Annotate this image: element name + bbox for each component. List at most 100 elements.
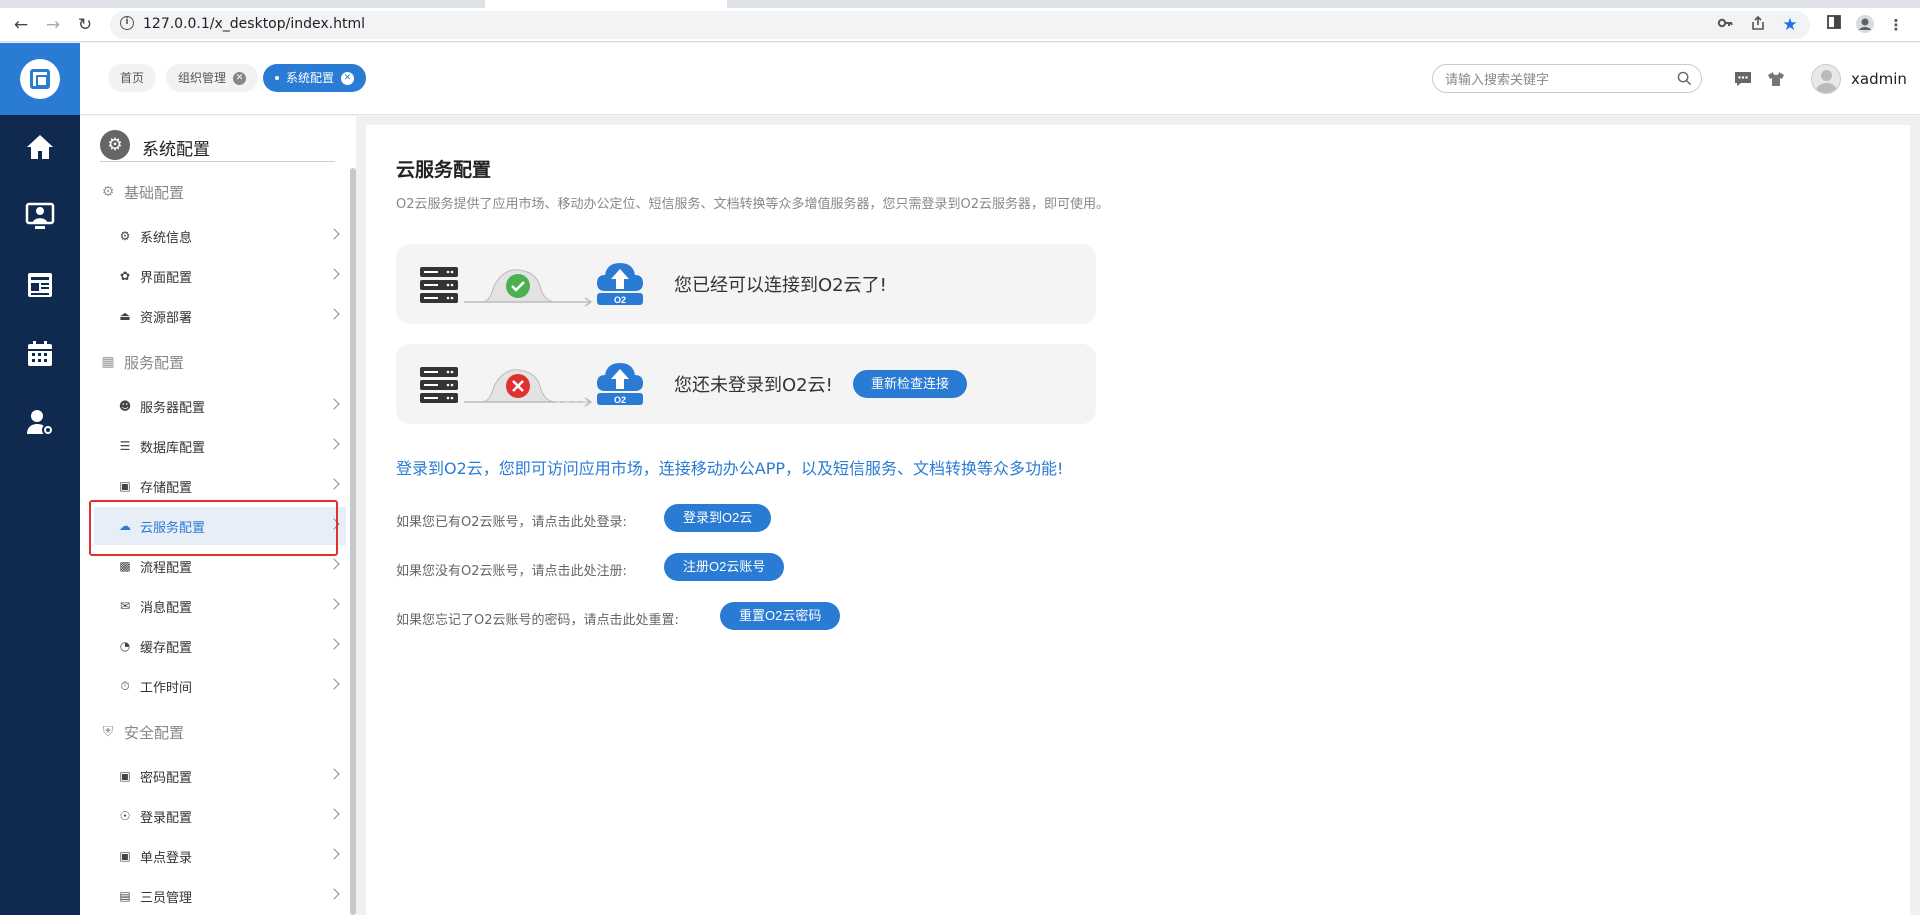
search-icon[interactable] [1677, 71, 1692, 86]
browser-menu-icon[interactable]: ⋮ [1885, 14, 1907, 36]
username[interactable]: xadmin [1851, 70, 1907, 88]
group-label: 服务配置 [124, 353, 185, 372]
timer-icon: ⏱ [120, 679, 130, 693]
app-logo[interactable] [0, 43, 80, 115]
sidebar-item-message-config[interactable]: ✉ 消息配置 [94, 587, 346, 625]
chevron-right-icon [328, 478, 340, 490]
cloud-upload-icon: O2 [597, 363, 643, 405]
sidebar-item-label: 密码配置 [140, 770, 193, 786]
tab-label: 系统配置 [286, 71, 335, 85]
cloud-label: O2 [614, 295, 626, 305]
login-o2-cloud-button[interactable]: 登录到O2云 [664, 504, 772, 532]
sidebar-item-storage-config[interactable]: ▣ 存储配置 [94, 467, 346, 505]
chevron-right-icon [328, 638, 340, 650]
address-bar[interactable]: i 127.0.0.1/x_desktop/index.html ★ [110, 11, 1810, 39]
register-o2-account-button[interactable]: 注册O2云账号 [664, 553, 785, 581]
sidebar-item-server-config[interactable]: ☻ 服务器配置 [94, 387, 346, 425]
sidebar-item-resource-deploy[interactable]: ⏏ 资源部署 [94, 297, 346, 335]
tab-org-management[interactable]: 组织管理 ✕ [166, 64, 259, 92]
sidebar-item-label: 资源部署 [140, 310, 193, 326]
sidebar-item-label: 服务器配置 [140, 400, 206, 416]
form-list-icon[interactable] [24, 269, 56, 301]
settings-sidebar: ⚙ 系统配置 ⚙ 基础配置 ⚙ 系统信息 ✿ 界面配置 ⏏ 资源部署 ▦ 服务配… [80, 116, 356, 915]
avatar[interactable] [1811, 64, 1841, 94]
connection-line-icon [464, 269, 593, 307]
close-icon[interactable]: ✕ [341, 71, 355, 85]
chevron-right-icon [328, 228, 340, 240]
group-service-config[interactable]: ▦ 服务配置 [100, 352, 184, 372]
main-content: 云服务配置 O2云服务提供了应用市场、移动办公定位、短信服务、文档转换等众多增值… [366, 125, 1910, 915]
sidebar-item-label: 登录配置 [140, 810, 193, 826]
sidebar-item-login-config[interactable]: ☉ 登录配置 [94, 797, 346, 835]
sidebar-header: ⚙ 系统配置 [100, 130, 335, 162]
sidebar-item-three-admin[interactable]: ▤ 三员管理 [94, 877, 346, 915]
group-basic-config[interactable]: ⚙ 基础配置 [100, 182, 184, 202]
reset-o2-password-button[interactable]: 重置O2云密码 [720, 602, 841, 630]
back-icon[interactable]: ← [9, 13, 33, 37]
chevron-right-icon [328, 678, 340, 690]
share-icon[interactable] [1748, 15, 1768, 35]
sidebar-item-cache-config[interactable]: ◔ 缓存配置 [94, 627, 346, 665]
site-info-icon[interactable]: i [120, 16, 134, 30]
chat-icon[interactable] [1734, 71, 1752, 87]
reset-hint: 如果您忘记了O2云账号的密码，请点击此处重置: [396, 613, 679, 628]
login-hint: 如果您已有O2云账号，请点击此处登录: [396, 515, 627, 530]
shirt-icon[interactable] [1767, 71, 1785, 87]
tab-home[interactable]: 首页 [108, 64, 157, 92]
sidebar-item-label: 界面配置 [140, 270, 193, 286]
shield-icon: ⛨ [102, 724, 114, 740]
sidebar-item-cloud-config[interactable]: ☁ 云服务配置 [94, 507, 346, 545]
sidebar-item-ui-config[interactable]: ✿ 界面配置 [94, 257, 346, 295]
sidebar-title: 系统配置 [142, 140, 210, 160]
person-monitor-icon[interactable] [24, 200, 56, 232]
chevron-right-icon [328, 848, 340, 860]
storage-icon: ▣ [119, 479, 131, 493]
sso-icon: ▣ [119, 849, 131, 863]
sidebar-item-label: 三员管理 [140, 890, 193, 906]
gear-icon: ⚙ [119, 229, 131, 243]
cloud-label: O2 [614, 395, 626, 405]
close-icon[interactable]: ✕ [233, 71, 247, 85]
status-not-logged-text: 您还未登录到O2云! [674, 375, 833, 396]
forward-icon[interactable]: → [41, 13, 65, 37]
home-icon[interactable] [24, 131, 56, 163]
sidebar-item-system-info[interactable]: ⚙ 系统信息 [94, 217, 346, 255]
tab-system-config[interactable]: 系统配置 ✕ [263, 64, 367, 92]
search-input[interactable] [1445, 70, 1665, 88]
sidebar-scrollbar[interactable] [350, 168, 356, 915]
calendar-icon[interactable] [24, 338, 56, 370]
sidebar-item-work-time[interactable]: ⏱ 工作时间 [94, 667, 346, 705]
chevron-right-icon [328, 308, 340, 320]
group-security-config[interactable]: ⛨ 安全配置 [100, 722, 184, 742]
sidebar-item-password-config[interactable]: ▣ 密码配置 [94, 757, 346, 795]
chevron-right-icon [328, 768, 340, 780]
browser-tab-strip [0, 0, 1920, 8]
chevron-right-icon [328, 598, 340, 610]
top-header: 首页 组织管理 ✕ 系统配置 ✕ xadmin [80, 43, 1920, 115]
search-box [1432, 64, 1702, 93]
flow-icon: ▩ [119, 559, 131, 573]
sidebar-item-label: 工作时间 [140, 680, 193, 696]
profile-icon[interactable] [1854, 14, 1876, 36]
register-hint: 如果您没有O2云账号，请点击此处注册: [396, 564, 627, 579]
sidebar-item-database-config[interactable]: ☰ 数据库配置 [94, 427, 346, 465]
reload-icon[interactable]: ↻ [73, 13, 97, 37]
browser-active-tab[interactable] [485, 0, 727, 8]
key-icon[interactable] [1715, 15, 1735, 35]
side-panel-icon[interactable] [1823, 14, 1845, 36]
chevron-right-icon [328, 438, 340, 450]
palette-icon: ✿ [119, 269, 131, 283]
sidebar-item-label: 流程配置 [140, 560, 193, 576]
cloud-upload-icon: O2 [597, 263, 643, 305]
sidebar-item-label: 消息配置 [140, 600, 193, 616]
sidebar-item-flow-config[interactable]: ▩ 流程配置 [94, 547, 346, 585]
gear-icon: ⚙ [101, 184, 115, 200]
sidebar-item-sso[interactable]: ▣ 单点登录 [94, 837, 346, 875]
app-rail [0, 43, 80, 915]
recheck-connection-button[interactable]: 重新检查连接 [853, 370, 968, 398]
bookmark-star-icon[interactable]: ★ [1780, 15, 1800, 35]
lock-icon: ▣ [119, 769, 131, 783]
chevron-right-icon [328, 268, 340, 280]
sidebar-item-label: 系统信息 [140, 230, 193, 246]
user-settings-icon[interactable] [24, 407, 56, 439]
